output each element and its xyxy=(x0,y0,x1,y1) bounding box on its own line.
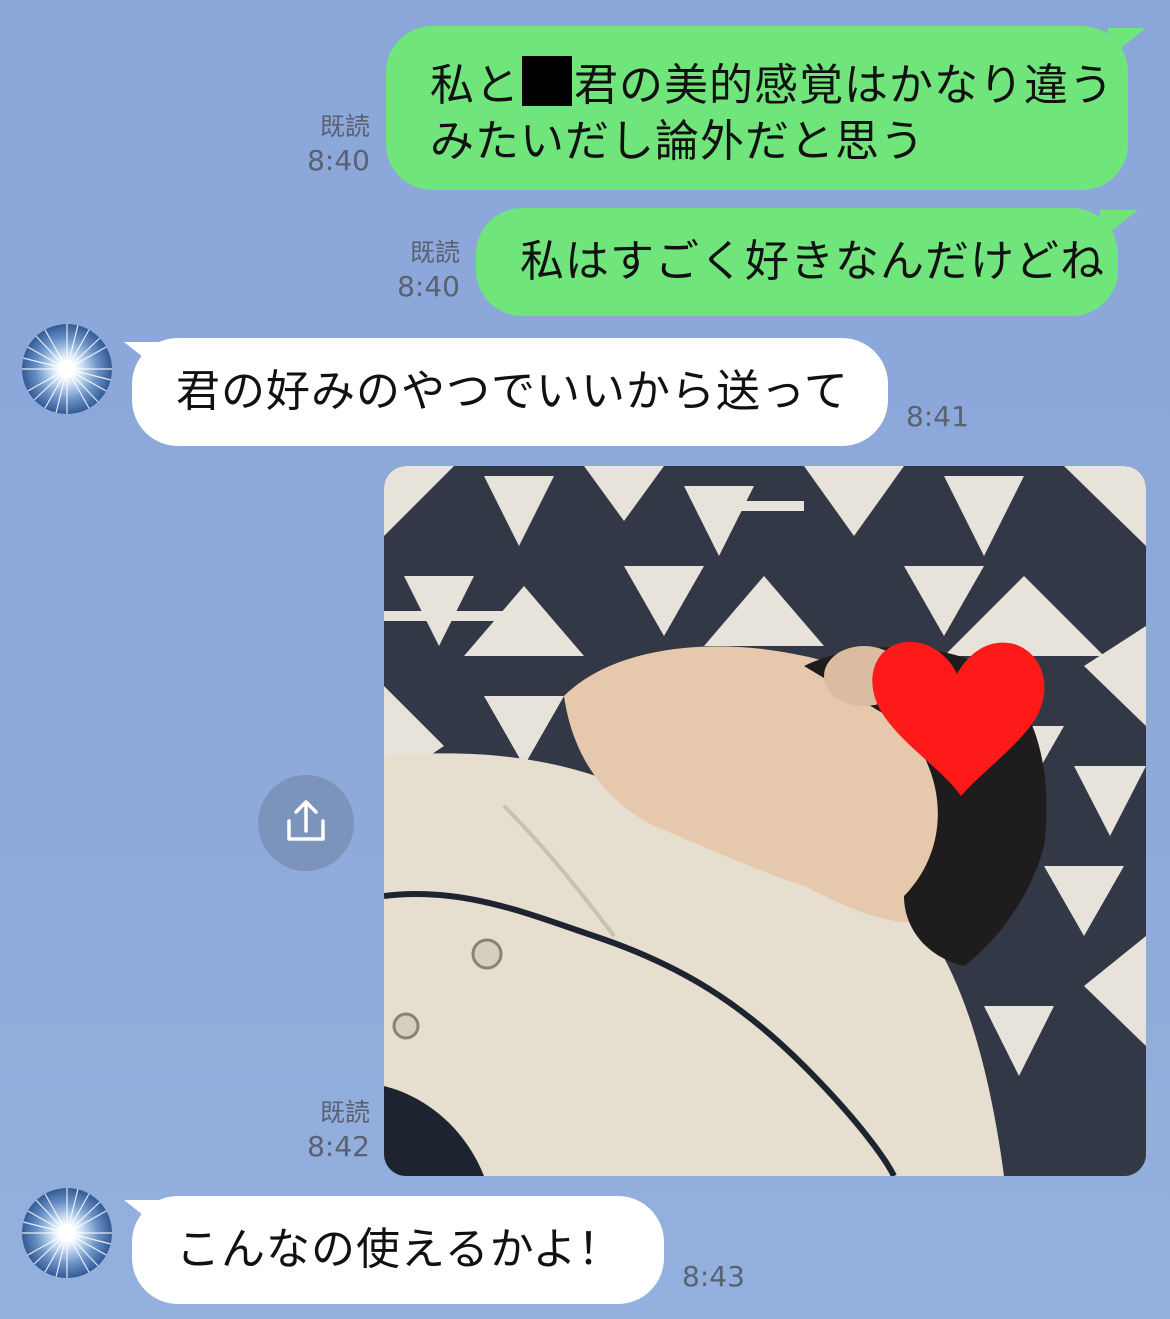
share-button[interactable] xyxy=(258,775,354,871)
message-time: 8:40 xyxy=(397,270,460,303)
message-meta: 既読 8:40 xyxy=(296,110,370,178)
message-text: 私はすごく好きなんだけどね xyxy=(520,236,1105,287)
bubble-tail xyxy=(1108,28,1146,58)
incoming-message-bubble[interactable]: 君の好みのやつでいいから送って xyxy=(132,338,888,446)
avatar[interactable] xyxy=(22,324,112,414)
message-meta: 既読 8:40 xyxy=(386,236,460,304)
avatar-burst-icon xyxy=(22,1188,112,1278)
message-meta: 既読 8:42 xyxy=(296,1096,370,1164)
message-text: こんなの使えるかよ！ xyxy=(176,1224,623,1275)
bubble-tail xyxy=(1100,210,1138,240)
message-line: みたいだし論外だと思う xyxy=(430,116,925,167)
message-time: 8:42 xyxy=(307,1130,370,1163)
read-receipt: 既読 xyxy=(409,238,460,267)
incoming-message-bubble[interactable]: こんなの使えるかよ！ xyxy=(132,1196,664,1304)
redaction-box xyxy=(522,56,572,106)
avatar[interactable] xyxy=(22,1188,112,1278)
message-text: 君の好みのやつでいいから送って xyxy=(176,366,849,417)
outgoing-message-bubble[interactable]: 私と 君の美的感覚はかなり違う みたいだし論外だと思う xyxy=(386,26,1128,190)
share-icon xyxy=(287,800,325,841)
read-receipt: 既読 xyxy=(319,112,370,141)
message-text: 私と xyxy=(430,60,520,111)
avatar-burst-icon xyxy=(22,324,112,414)
photo-message[interactable] xyxy=(384,466,1146,1176)
message-time: 8:41 xyxy=(906,400,969,433)
message-text: 君の美的感覚はかなり違う xyxy=(574,60,1114,111)
message-line: 私と 君の美的感覚はかなり違う xyxy=(430,56,1128,114)
chat-background: 既読 8:40 私と 君の美的感覚はかなり違う みたいだし論外だと思う 既読 8:… xyxy=(0,0,1170,1319)
message-time: 8:40 xyxy=(307,144,370,177)
message-time: 8:43 xyxy=(682,1260,745,1293)
outgoing-message-bubble[interactable]: 私はすごく好きなんだけどね xyxy=(476,208,1118,316)
read-receipt: 既読 xyxy=(319,1098,370,1127)
photo-image xyxy=(384,466,1146,1176)
